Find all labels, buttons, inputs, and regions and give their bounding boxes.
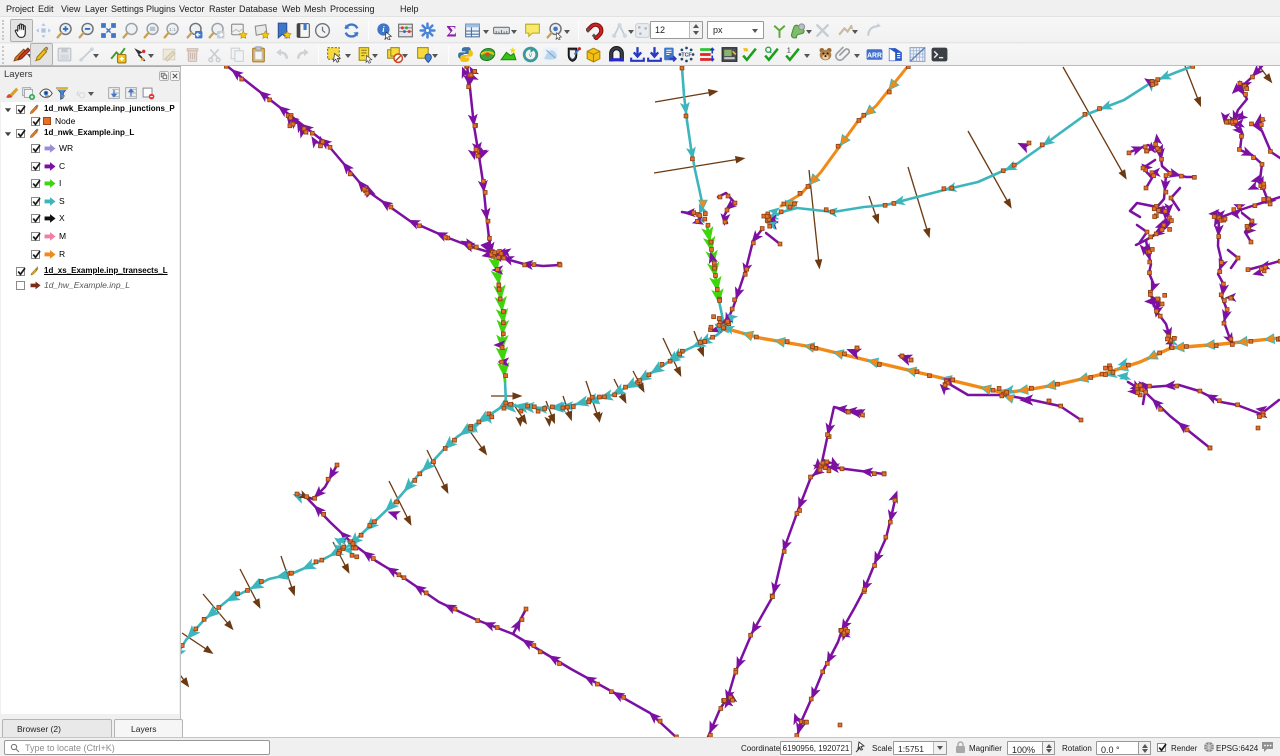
svg-text:Σ: Σ [446,23,456,40]
svg-text:TCF: TCF [681,53,692,59]
svg-text:1: 1 [787,45,791,54]
svg-text:ARR: ARR [867,53,882,60]
svg-text:v: v [529,52,533,59]
svg-text:1:1: 1:1 [169,27,176,33]
